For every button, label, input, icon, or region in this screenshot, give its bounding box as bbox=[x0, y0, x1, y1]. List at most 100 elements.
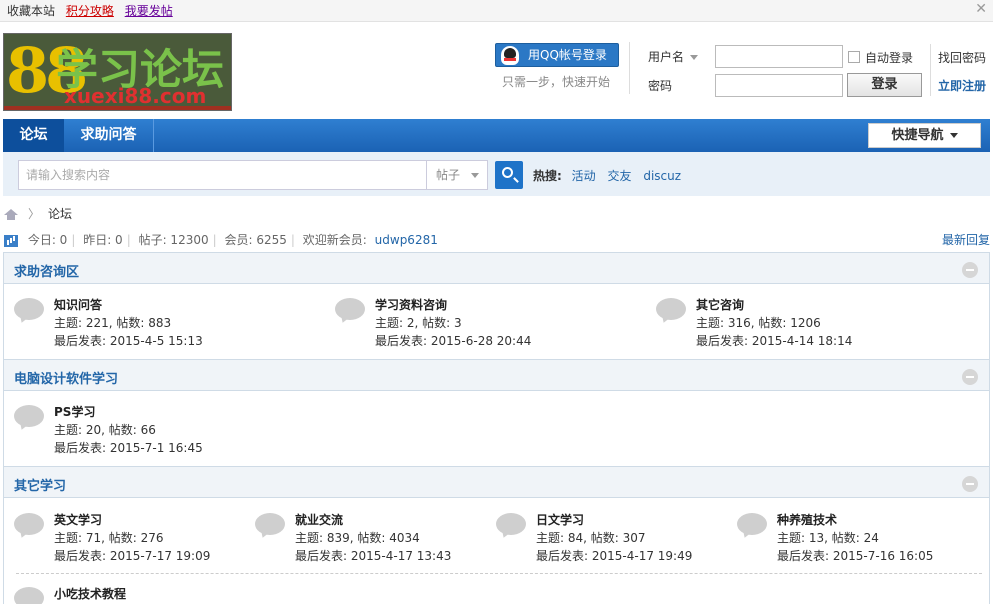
hot-item-discuz[interactable]: discuz bbox=[643, 169, 681, 183]
category-header: 求助咨询区 bbox=[4, 253, 989, 284]
quick-nav-label: 快捷导航 bbox=[891, 128, 944, 143]
search-icon bbox=[502, 167, 513, 178]
logo-text-en: xuexi88.com bbox=[64, 84, 207, 108]
category-design-software: 电脑设计软件学习 PS学习 主题: 20, 帖数: 66 最后发表: 2015-… bbox=[3, 359, 990, 467]
search-button[interactable] bbox=[495, 161, 523, 189]
row-divider bbox=[16, 573, 982, 574]
chat-bubble-icon bbox=[255, 513, 285, 538]
category-title[interactable]: 求助咨询区 bbox=[14, 261, 79, 280]
chevron-down-icon bbox=[690, 55, 699, 60]
close-icon[interactable]: ✕ bbox=[975, 1, 987, 17]
forum-meta: 主题: 316, 帖数: 1206 bbox=[696, 316, 821, 330]
stat-yesterday: 昨日: 0 bbox=[83, 233, 123, 247]
forum-name[interactable]: 英文学习 bbox=[54, 511, 102, 528]
forum-name[interactable]: 其它咨询 bbox=[696, 296, 744, 313]
chevron-down-icon bbox=[471, 173, 479, 178]
chat-bubble-icon bbox=[14, 405, 44, 430]
hot-searches: 热搜: 活动 交友 discuz bbox=[533, 167, 689, 184]
search-input[interactable]: 请输入搜索内容 bbox=[18, 160, 427, 190]
breadcrumb-separator: 〉 bbox=[28, 207, 41, 221]
site-logo[interactable]: 88 学习论坛 xuexi88.com bbox=[3, 33, 232, 111]
forum-last-post[interactable]: 最后发表: 2015-4-17 13:43 bbox=[295, 547, 451, 564]
qq-penguin-icon bbox=[501, 46, 519, 65]
category-header: 其它学习 bbox=[4, 467, 989, 498]
category-title[interactable]: 其它学习 bbox=[14, 475, 66, 494]
search-type-value: 帖子 bbox=[436, 168, 461, 182]
chat-bubble-icon bbox=[737, 513, 767, 538]
forum-name[interactable]: 日文学习 bbox=[536, 511, 584, 528]
top-bar: 收藏本站 积分攻略 我要发帖 ✕ bbox=[0, 0, 993, 22]
search-type-select[interactable]: 帖子 bbox=[426, 160, 488, 190]
tab-help-qa[interactable]: 求助问答 bbox=[64, 119, 154, 152]
forum-meta: 主题: 71, 帖数: 276 bbox=[54, 531, 164, 545]
forum-meta: 主题: 20, 帖数: 66 bbox=[54, 423, 156, 437]
chat-bubble-icon bbox=[14, 587, 44, 604]
search-bar: 请输入搜索内容 帖子 热搜: 活动 交友 discuz bbox=[3, 152, 990, 196]
new-member-link[interactable]: udwp6281 bbox=[375, 233, 438, 247]
forum-name[interactable]: 学习资料咨询 bbox=[375, 296, 447, 313]
forum-name[interactable]: 小吃技术教程 bbox=[54, 585, 126, 602]
forum-last-post[interactable]: 最后发表: 2015-7-17 19:09 bbox=[54, 547, 210, 564]
forum-last-post[interactable]: 最后发表: 2015-7-1 16:45 bbox=[54, 439, 203, 456]
collapse-icon[interactable] bbox=[962, 262, 978, 278]
breadcrumb-current[interactable]: 论坛 bbox=[48, 207, 72, 221]
category-other-study: 其它学习 英文学习 主题: 71, 帖数: 276 最后发表: 2015-7-1… bbox=[3, 466, 990, 604]
forum-meta: 主题: 839, 帖数: 4034 bbox=[295, 531, 420, 545]
forum-name[interactable]: 种养殖技术 bbox=[777, 511, 837, 528]
main-nav: 论坛 求助问答 快捷导航 bbox=[3, 119, 990, 152]
qq-login-tip: 只需一步，快速开始 bbox=[502, 75, 611, 89]
username-label-text: 用户名 bbox=[648, 50, 685, 64]
username-input[interactable] bbox=[715, 45, 843, 68]
forum-last-post[interactable]: 最后发表: 2015-6-28 20:44 bbox=[375, 332, 531, 349]
welcome-label: 欢迎新会员: bbox=[302, 233, 367, 247]
category-title[interactable]: 电脑设计软件学习 bbox=[14, 368, 118, 387]
post-link[interactable]: 我要发帖 bbox=[125, 4, 173, 18]
collapse-icon[interactable] bbox=[962, 369, 978, 385]
forum-last-post[interactable]: 最后发表: 2015-4-17 19:49 bbox=[536, 547, 692, 564]
qq-login-button[interactable]: 用QQ帐号登录 bbox=[495, 43, 619, 67]
forum-last-post[interactable]: 最后发表: 2015-4-14 18:14 bbox=[696, 332, 852, 349]
chevron-down-icon bbox=[949, 133, 958, 138]
forum-meta: 主题: 84, 帖数: 307 bbox=[536, 531, 646, 545]
chat-bubble-icon bbox=[335, 298, 365, 323]
username-label[interactable]: 用户名 bbox=[648, 48, 699, 65]
tab-forum[interactable]: 论坛 bbox=[3, 119, 64, 152]
forum-last-post[interactable]: 最后发表: 2015-4-5 15:13 bbox=[54, 332, 203, 349]
top-links: 收藏本站 积分攻略 我要发帖 bbox=[7, 2, 180, 19]
forum-name[interactable]: PS学习 bbox=[54, 403, 95, 420]
forum-name[interactable]: 知识问答 bbox=[54, 296, 102, 313]
breadcrumb: 〉论坛 bbox=[4, 205, 72, 222]
chat-bubble-icon bbox=[496, 513, 526, 538]
find-password-link[interactable]: 找回密码 bbox=[938, 49, 986, 66]
stats-chart-icon bbox=[4, 234, 18, 247]
auto-login-checkbox[interactable] bbox=[848, 51, 860, 63]
quick-nav-button[interactable]: 快捷导航 bbox=[868, 123, 981, 148]
forum-name[interactable]: 就业交流 bbox=[295, 511, 343, 528]
login-button[interactable]: 登录 bbox=[847, 73, 922, 97]
category-header: 电脑设计软件学习 bbox=[4, 360, 989, 391]
category-help: 求助咨询区 知识问答 主题: 221, 帖数: 883 最后发表: 2015-4… bbox=[3, 252, 990, 360]
points-guide-link[interactable]: 积分攻略 bbox=[66, 4, 114, 18]
forum-last-post[interactable]: 最后发表: 2015-7-16 16:05 bbox=[777, 547, 933, 564]
forum-stats: 今日: 0 | 昨日: 0 | 帖子: 12300 | 会员: 6255 | 欢迎新会员… bbox=[4, 231, 990, 248]
qq-login-label: 用QQ帐号登录 bbox=[528, 48, 607, 62]
stat-today: 今日: 0 bbox=[27, 233, 68, 247]
hot-item-activity[interactable]: 活动 bbox=[572, 169, 596, 183]
logo-strip bbox=[4, 106, 231, 110]
chat-bubble-icon bbox=[14, 513, 44, 538]
password-input[interactable] bbox=[715, 74, 843, 97]
chat-bubble-icon bbox=[656, 298, 686, 323]
stat-posts: 帖子: 12300 bbox=[138, 233, 209, 247]
home-icon[interactable] bbox=[4, 209, 18, 220]
register-link[interactable]: 立即注册 bbox=[938, 77, 986, 94]
hot-item-friends[interactable]: 交友 bbox=[607, 169, 631, 183]
hot-label: 热搜: bbox=[533, 169, 562, 183]
collapse-icon[interactable] bbox=[962, 476, 978, 492]
forum-meta: 主题: 13, 帖数: 24 bbox=[777, 531, 879, 545]
divider bbox=[930, 44, 931, 96]
forum-meta: 主题: 2, 帖数: 3 bbox=[375, 316, 462, 330]
stat-members: 会员: 6255 bbox=[224, 233, 287, 247]
auto-login-label: 自动登录 bbox=[865, 51, 914, 65]
bookmark-link[interactable]: 收藏本站 bbox=[7, 4, 55, 18]
latest-reply-link[interactable]: 最新回复 bbox=[942, 231, 990, 248]
